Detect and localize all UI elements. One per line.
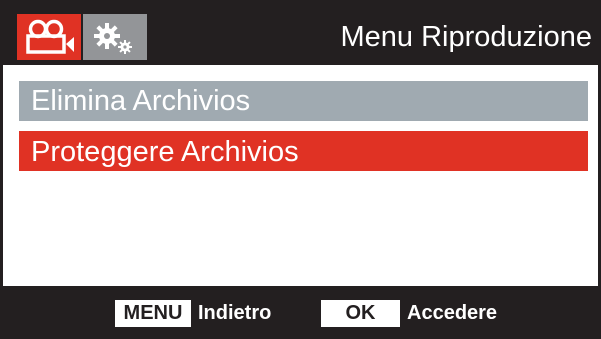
gears-icon <box>94 23 132 54</box>
header-divider <box>3 62 601 65</box>
enter-hint: Accedere <box>407 302 498 324</box>
tab-playback[interactable] <box>17 14 81 60</box>
video-camera-icon <box>26 19 74 54</box>
menu-item-elimina-archivios[interactable]: Elimina Archivios <box>19 81 588 121</box>
footer-bar <box>3 286 601 339</box>
dashcam-screen: Menu Riproduzione Elimina Archivios Prot… <box>0 0 601 339</box>
menu-item-proteggere-archivios[interactable]: Proteggere Archivios <box>19 131 588 171</box>
tab-settings[interactable] <box>83 14 147 60</box>
page-title: Menu Riproduzione <box>340 21 592 53</box>
back-hint: Indietro <box>198 302 272 324</box>
ok-key-badge[interactable]: OK <box>321 300 400 327</box>
menu-key-badge[interactable]: MENU <box>115 300 191 327</box>
